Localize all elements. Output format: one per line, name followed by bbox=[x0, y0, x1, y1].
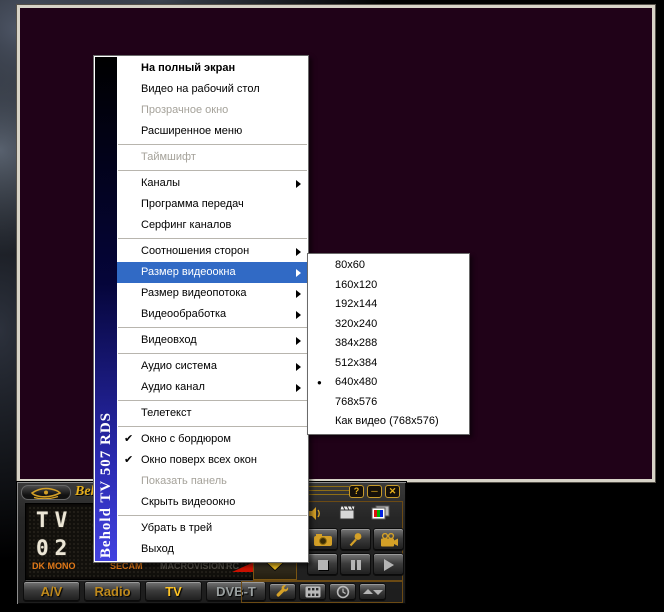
scheduler-button[interactable] bbox=[329, 583, 356, 601]
play-icon bbox=[384, 559, 394, 571]
selected-bullet-icon: ● bbox=[317, 373, 322, 393]
submenu-item-512x384[interactable]: 512x384 bbox=[308, 354, 469, 374]
submenu-arrow-icon bbox=[296, 180, 301, 188]
play-button[interactable] bbox=[373, 553, 404, 576]
menu-separator bbox=[118, 327, 307, 328]
channel-updown-button[interactable] bbox=[359, 583, 386, 601]
photo-camera-icon bbox=[313, 533, 333, 547]
menu-item-fullscreen[interactable]: На полный экран bbox=[117, 58, 308, 79]
app-logo-button[interactable] bbox=[21, 485, 71, 500]
speaker-icon[interactable] bbox=[307, 506, 323, 521]
timer-icon bbox=[336, 585, 350, 599]
pause-icon bbox=[351, 560, 361, 570]
menu-item-window-on-top[interactable]: ✔Окно поверх всех окон bbox=[117, 450, 308, 471]
stop-button[interactable] bbox=[307, 553, 338, 576]
menu-separator bbox=[118, 515, 307, 516]
help-button[interactable]: ? bbox=[349, 485, 364, 498]
menu-item-video-input[interactable]: Видеовход bbox=[117, 330, 308, 351]
clapperboard-icon[interactable] bbox=[339, 505, 356, 520]
menu-separator bbox=[118, 400, 307, 401]
menu-item-program-guide[interactable]: Программа передач bbox=[117, 194, 308, 215]
mode-button-tv[interactable]: TV bbox=[145, 581, 202, 602]
video-camera-icon bbox=[379, 533, 399, 547]
status-audio-mode: DK MONO bbox=[32, 561, 76, 571]
menu-separator bbox=[118, 353, 307, 354]
menu-item-video-processing[interactable]: Видеообработка bbox=[117, 304, 308, 325]
menu-item-show-panel: Показать панель bbox=[117, 471, 308, 492]
submenu-arrow-icon bbox=[296, 269, 301, 277]
submenu-item-768x576[interactable]: 768x576 bbox=[308, 393, 469, 413]
mode-button-av[interactable]: A/V bbox=[23, 581, 80, 602]
menu-item-window-with-border[interactable]: ✔Окно с бордюром bbox=[117, 429, 308, 450]
stop-icon bbox=[318, 560, 328, 570]
mode-button-radio[interactable]: Radio bbox=[84, 581, 141, 602]
menu-item-video-on-desktop[interactable]: Видео на рабочий стол bbox=[117, 79, 308, 100]
submenu-item-640x480[interactable]: ●640x480 bbox=[308, 373, 469, 393]
desktop: Behold TV ? ─ ✕ TV 3 02 07 DK MONO SECAM… bbox=[0, 0, 664, 612]
menu-item-hide-video-window[interactable]: Скрыть видеоокно bbox=[117, 492, 308, 513]
menu-banner-text: Behold TV 507 RDS bbox=[98, 412, 115, 561]
checkmark-icon: ✔ bbox=[124, 429, 133, 450]
menu-item-transparent-window: Прозрачное окно bbox=[117, 100, 308, 121]
menu-item-exit[interactable]: Выход bbox=[117, 539, 308, 560]
submenu-item-320x240[interactable]: 320x240 bbox=[308, 315, 469, 335]
menu-item-extended-menu[interactable]: Расширенное меню bbox=[117, 121, 308, 142]
submenu-arrow-icon bbox=[296, 248, 301, 256]
submenu-item-as-video[interactable]: Как видео (768x576) bbox=[308, 412, 469, 432]
submenu-item-192x144[interactable]: 192x144 bbox=[308, 295, 469, 315]
snapshot-button[interactable] bbox=[307, 528, 338, 551]
up-arrow-icon bbox=[363, 589, 373, 594]
close-button[interactable]: ✕ bbox=[385, 485, 400, 498]
signal-strength-icon bbox=[232, 562, 254, 572]
menu-item-audio-system[interactable]: Аудио система bbox=[117, 356, 308, 377]
menu-item-teletext[interactable]: Телетекст bbox=[117, 403, 308, 424]
submenu-item-160x120[interactable]: 160x120 bbox=[308, 276, 469, 296]
checkmark-icon: ✔ bbox=[124, 450, 133, 471]
menu-item-timeshift: Таймшифт bbox=[117, 147, 308, 168]
wrench-icon bbox=[275, 585, 290, 600]
menu-item-channel-surfing[interactable]: Серфинг каналов bbox=[117, 215, 308, 236]
menu-separator bbox=[118, 144, 307, 145]
menu-banner: Behold TV 507 RDS bbox=[95, 57, 117, 561]
menu-separator bbox=[118, 170, 307, 171]
submenu-arrow-icon bbox=[296, 384, 301, 392]
submenu-arrow-icon bbox=[296, 290, 301, 298]
submenu-item-384x288[interactable]: 384x288 bbox=[308, 334, 469, 354]
video-files-button[interactable] bbox=[299, 583, 326, 601]
context-menu: Behold TV 507 RDS На полный экран Видео … bbox=[93, 55, 309, 563]
film-icon bbox=[305, 586, 321, 598]
submenu-item-80x60[interactable]: 80x60 bbox=[308, 256, 469, 276]
microphone-icon bbox=[348, 532, 363, 547]
pause-button[interactable] bbox=[340, 553, 371, 576]
colorbars-icon[interactable] bbox=[371, 505, 390, 520]
menu-separator bbox=[118, 238, 307, 239]
video-record-button[interactable] bbox=[373, 528, 404, 551]
menu-separator bbox=[118, 426, 307, 427]
menu-item-channels[interactable]: Каналы bbox=[117, 173, 308, 194]
video-size-submenu: 80x60 160x120 192x144 320x240 384x288 51… bbox=[307, 253, 470, 435]
settings-button[interactable] bbox=[269, 583, 296, 601]
menu-item-video-window-size[interactable]: Размер видеоокна bbox=[117, 262, 308, 283]
submenu-arrow-icon bbox=[296, 311, 301, 319]
menu-item-minimize-to-tray[interactable]: Убрать в трей bbox=[117, 518, 308, 539]
menu-item-audio-channel[interactable]: Аудио канал bbox=[117, 377, 308, 398]
submenu-arrow-icon bbox=[296, 337, 301, 345]
audio-record-button[interactable] bbox=[340, 528, 371, 551]
menu-item-video-stream-size[interactable]: Размер видеопотока bbox=[117, 283, 308, 304]
submenu-arrow-icon bbox=[296, 363, 301, 371]
minimize-button[interactable]: ─ bbox=[367, 485, 382, 498]
down-arrow-icon bbox=[373, 590, 383, 595]
menu-item-aspect-ratio[interactable]: Соотношения сторон bbox=[117, 241, 308, 262]
behold-eye-logo-icon bbox=[29, 487, 63, 499]
